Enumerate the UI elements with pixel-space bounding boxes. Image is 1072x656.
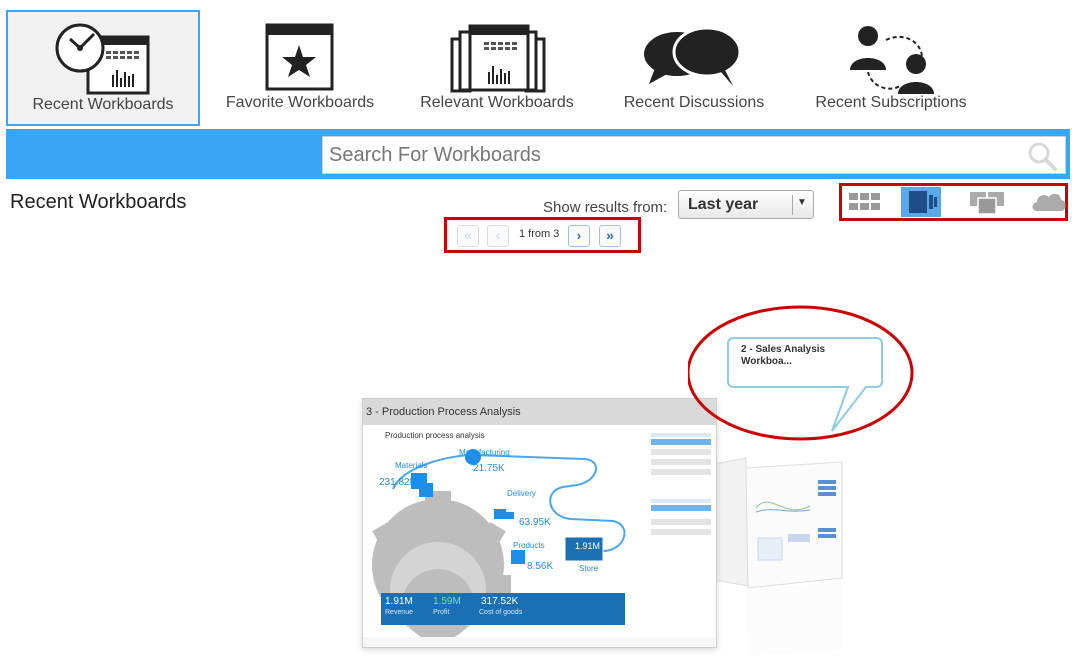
dashboard-thumbnail — [363, 433, 716, 647]
subscriptions-icon — [794, 18, 988, 94]
search-icon[interactable] — [1027, 141, 1057, 171]
select-divider — [792, 195, 793, 215]
manufacturing-label: Manufacturing — [459, 448, 510, 457]
search-box — [322, 136, 1066, 174]
cloud-view-icon — [1032, 193, 1066, 211]
profit-value: 1.59M — [433, 596, 461, 607]
nav-tile-relevant-workboards[interactable]: Relevant Workboards — [400, 10, 594, 126]
materials-label: Materials — [395, 461, 428, 470]
workboard-card-production[interactable]: 3 - Production Process Analysis Producti… — [362, 398, 717, 648]
chevron-down-icon[interactable]: ▼ — [797, 197, 807, 208]
stack-view-button[interactable] — [966, 187, 1006, 217]
view-mode-toolbar — [839, 183, 1068, 221]
delivery-label: Delivery — [507, 489, 536, 498]
cloud-view-button[interactable] — [1029, 187, 1069, 217]
store-value: 1.91M — [575, 541, 601, 551]
page-title: Recent Workboards — [10, 191, 187, 213]
first-page-button[interactable]: « — [457, 225, 479, 247]
cover-flow-view-icon — [909, 191, 937, 213]
workboard-card-title: 3 - Production Process Analysis — [363, 399, 716, 425]
revenue-value: 1.91M — [385, 596, 413, 607]
carousel-back-cards — [713, 457, 843, 656]
workboard-tooltip-text: 2 - Sales Analysis Workboa... — [741, 344, 826, 367]
nav-tile-label: Recent Discussions — [623, 94, 765, 111]
time-range-value: Last year — [688, 196, 759, 213]
page-info: 1 from 3 — [519, 228, 560, 240]
time-range-select[interactable]: Last year ▼ — [678, 190, 814, 219]
store-label: Store — [579, 564, 599, 573]
products-value: 8.56K — [527, 561, 554, 572]
grid-view-button[interactable] — [844, 187, 884, 217]
workboard-tooltip-bubble — [688, 305, 914, 441]
pagination: « ‹ 1 from 3 › » — [444, 217, 641, 253]
last-page-button[interactable]: » — [599, 225, 621, 247]
nav-tile-label: Recent Subscriptions — [815, 94, 967, 111]
cost-value: 317.52K — [481, 596, 519, 607]
previous-page-button[interactable]: ‹ — [487, 225, 509, 247]
discussions-icon — [597, 18, 791, 94]
nav-tile-recent-workboards[interactable]: Recent Workboards — [6, 10, 200, 126]
search-bar — [6, 129, 1070, 179]
relevant-workboards-icon — [400, 18, 594, 94]
workboard-navigation: Recent Workboards Favorite Workboards Re… — [0, 0, 1072, 128]
nav-tile-favorite-workboards[interactable]: Favorite Workboards — [203, 10, 397, 126]
products-label: Products — [513, 541, 545, 550]
dashboard-title: Production process analysis — [385, 431, 485, 440]
revenue-label: Revenue — [385, 609, 414, 616]
favorite-workboards-icon — [203, 18, 397, 94]
nav-tile-label: Relevant Workboards — [420, 94, 574, 111]
nav-tile-label: Recent Workboards — [32, 96, 174, 113]
delivery-value: 63.95K — [519, 517, 551, 528]
grid-view-icon — [849, 193, 880, 210]
nav-tile-recent-discussions[interactable]: Recent Discussions — [597, 10, 791, 126]
cost-label: Cost of goods — [479, 609, 523, 616]
show-results-label: Show results from: — [543, 199, 668, 216]
cover-flow-view-button[interactable] — [901, 187, 941, 217]
app-root: Recent Workboards Favorite Workboards Re… — [0, 0, 1072, 656]
profit-label: Profit — [433, 609, 450, 616]
materials-value: 231.82K — [379, 477, 417, 488]
next-page-button[interactable]: › — [568, 225, 590, 247]
nav-tile-recent-subscriptions[interactable]: Recent Subscriptions — [794, 10, 988, 126]
recent-workboards-icon — [8, 20, 198, 96]
nav-tile-label: Favorite Workboards — [225, 94, 375, 111]
manufacturing-value: 21.75K — [473, 463, 505, 474]
stack-view-icon — [970, 192, 1004, 215]
search-input[interactable] — [323, 137, 1023, 173]
